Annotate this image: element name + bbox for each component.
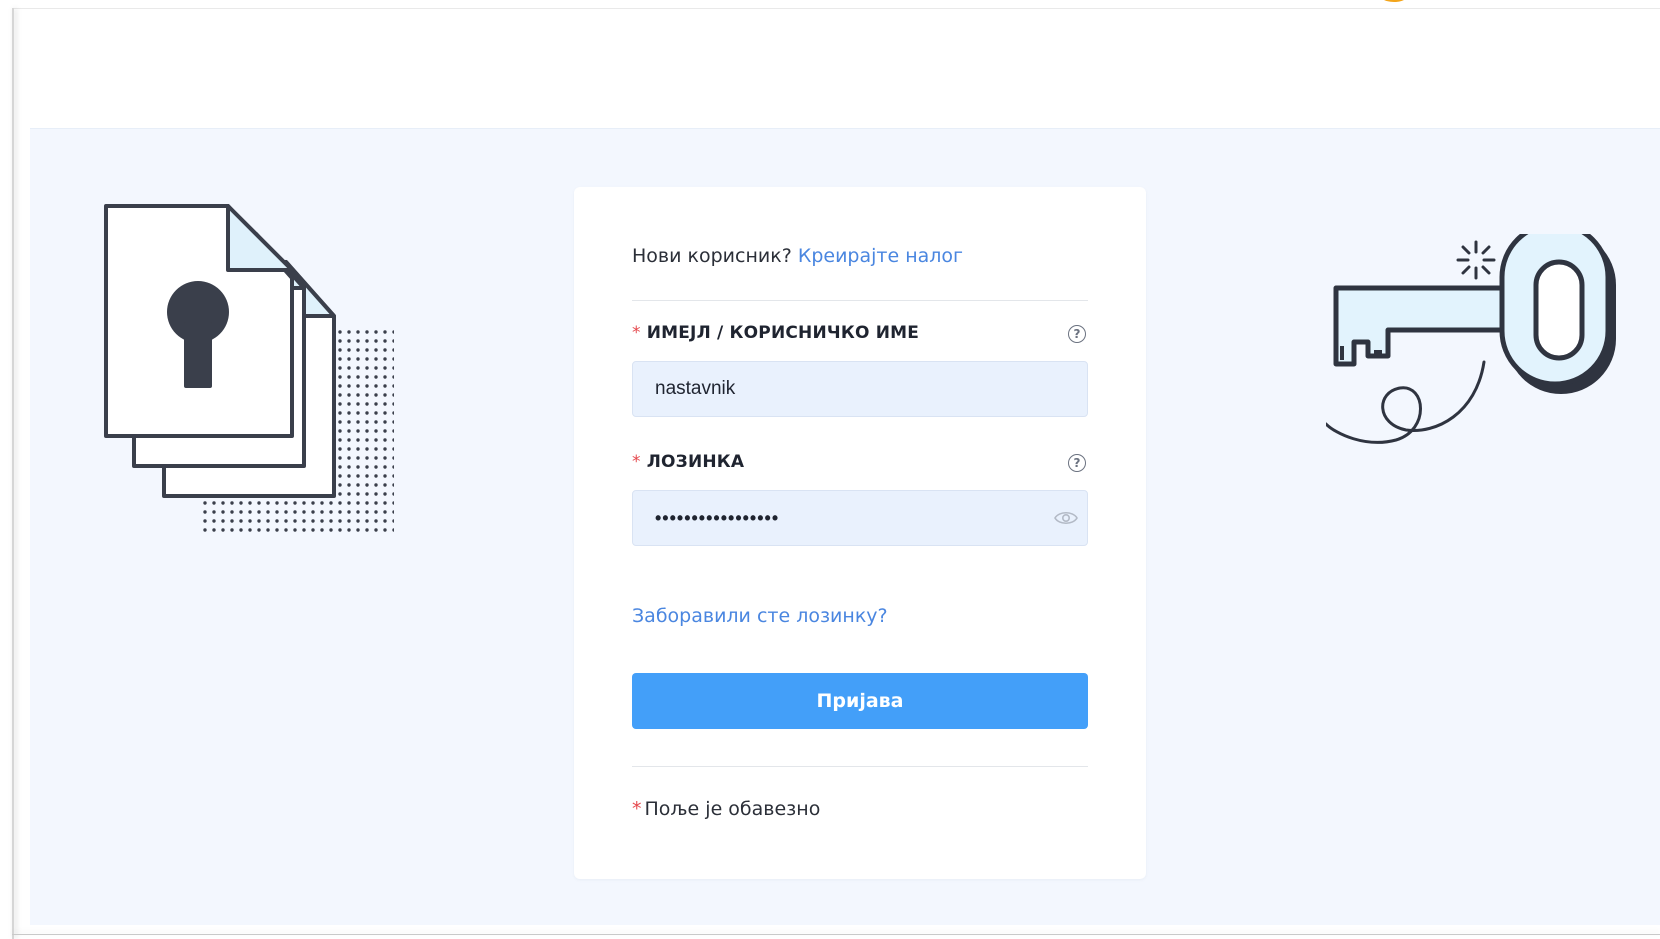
required-field-note: * Поље је обавезно [632,798,820,820]
signup-prompt: Нови корисник? Креирајте налог [632,245,963,267]
create-account-link[interactable]: Креирајте налог [798,245,963,267]
password-label: * ЛОЗИНКА [632,452,744,472]
window-bottom-edge [12,934,1660,935]
username-label: * ИМЕЈЛ / КОРИСНИЧКО ИМЕ [632,323,919,343]
required-asterisk: * [632,452,641,472]
window-top-edge [12,8,1660,9]
required-note-text: Поље је обавезно [644,798,821,820]
password-input[interactable]: ••••••••••••••••• [632,490,1088,546]
documents-keyhole-icon [104,204,394,534]
eye-icon[interactable] [1054,510,1078,526]
key-icon [1326,234,1616,444]
divider [632,766,1088,767]
question-circle-icon[interactable]: ? [1068,325,1086,343]
username-label-text: ИМЕЈЛ / КОРИСНИЧКО ИМЕ [646,323,920,343]
divider [632,300,1088,301]
orange-shape-fragment [1376,0,1412,2]
required-asterisk: * [632,323,641,343]
signup-prompt-text: Нови корисник? [632,245,792,267]
question-circle-icon[interactable]: ? [1068,454,1086,472]
window-left-edge [12,8,14,939]
required-asterisk: * [632,798,642,820]
login-button[interactable]: Пријава [632,673,1088,729]
username-input[interactable]: nastavnik [632,361,1088,417]
password-label-text: ЛОЗИНКА [646,452,745,472]
forgot-password-link[interactable]: Заборавили сте лозинку? [632,605,888,627]
login-card: Нови корисник? Креирајте налог * ИМЕЈЛ / … [574,187,1146,879]
